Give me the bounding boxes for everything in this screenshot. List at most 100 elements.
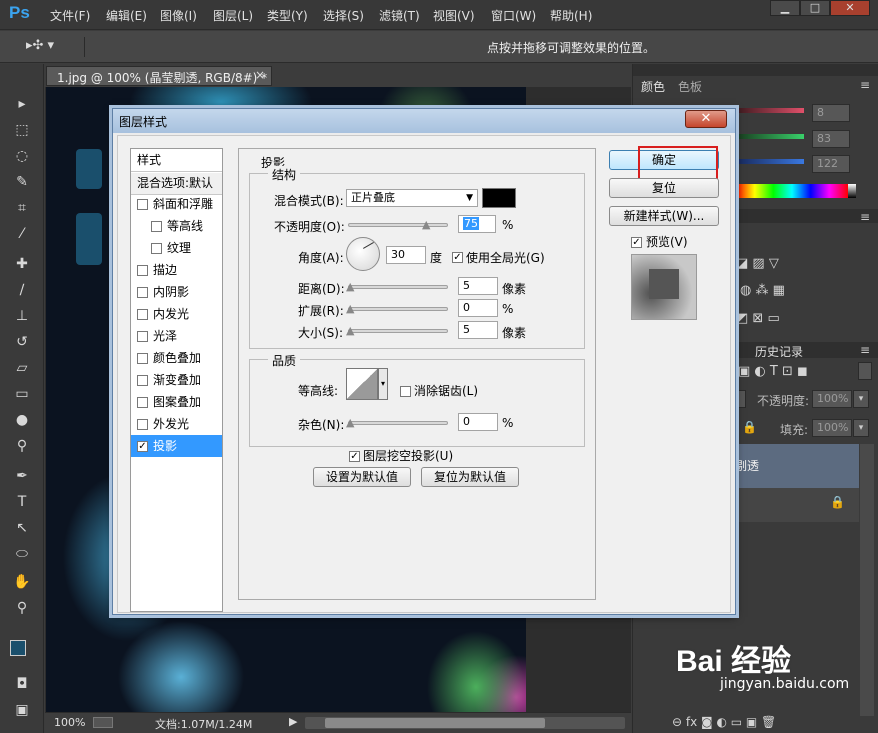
- contour-preview[interactable]: [346, 368, 378, 400]
- opacity-slider[interactable]: [348, 223, 448, 227]
- noise-input[interactable]: 0: [458, 413, 498, 431]
- document-tab[interactable]: 1.jpg @ 100% (晶莹剔透, RGB/8#) * ×: [46, 66, 272, 86]
- style-item-checkbox[interactable]: [137, 331, 148, 342]
- marquee-tool-icon[interactable]: ⬚: [12, 120, 32, 140]
- panel-menu-icon[interactable]: ≡: [860, 343, 870, 357]
- foreground-color-swatch[interactable]: [10, 640, 26, 656]
- zoom-tool-icon[interactable]: ⚲: [12, 598, 32, 618]
- style-item[interactable]: 纹理: [131, 237, 222, 259]
- reset-default-button[interactable]: 复位为默认值: [421, 467, 519, 487]
- blend-mode-dropdown[interactable]: [736, 390, 746, 408]
- style-item-checkbox[interactable]: [137, 199, 148, 210]
- red-slider[interactable]: [736, 108, 804, 113]
- opacity-dropdown-icon[interactable]: ▾: [853, 390, 869, 408]
- tab-close-icon[interactable]: ×: [255, 68, 265, 82]
- horizontal-scrollbar[interactable]: [305, 717, 625, 729]
- status-menu-arrow-icon[interactable]: ▶: [289, 715, 297, 728]
- style-item[interactable]: 等高线: [131, 215, 222, 237]
- style-item[interactable]: 渐变叠加: [131, 369, 222, 391]
- crop-tool-icon[interactable]: ⌗: [12, 198, 32, 218]
- pen-tool-icon[interactable]: ✒: [12, 466, 32, 486]
- dialog-titlebar[interactable]: 图层样式 ✕: [113, 109, 735, 133]
- noise-slider[interactable]: [348, 421, 448, 425]
- style-item[interactable]: 图案叠加: [131, 391, 222, 413]
- color-spectrum-bw[interactable]: [848, 184, 856, 198]
- style-item[interactable]: 内发光: [131, 303, 222, 325]
- lock-all-icon[interactable]: 🔒: [742, 420, 757, 434]
- opacity-slider-thumb[interactable]: ▲: [422, 218, 430, 231]
- spread-slider[interactable]: [348, 307, 448, 311]
- hand-tool-icon[interactable]: ✋: [12, 572, 32, 592]
- style-item-checkbox[interactable]: ✓: [137, 441, 148, 452]
- tab-color[interactable]: 颜色: [641, 78, 665, 96]
- quick-mask-icon[interactable]: ◘: [12, 674, 32, 694]
- path-select-tool-icon[interactable]: ↖: [12, 518, 32, 538]
- close-button[interactable]: ✕: [830, 0, 870, 16]
- knockout-checkbox[interactable]: ✓: [349, 449, 360, 463]
- layer-filter-icons[interactable]: ▣ ◐ T ⊡ ◼: [738, 364, 808, 379]
- adjustment-invert-icon[interactable]: ◩ ⊠ ▭: [736, 311, 780, 326]
- style-item-checkbox[interactable]: [137, 309, 148, 320]
- layers-scrollbar[interactable]: [860, 444, 874, 716]
- fill-dropdown-icon[interactable]: ▾: [853, 419, 869, 437]
- menu-view[interactable]: 视图(V): [433, 7, 475, 24]
- blur-tool-icon[interactable]: ●: [12, 410, 32, 430]
- preview-checkbox[interactable]: ✓: [631, 235, 642, 249]
- shape-tool-icon[interactable]: ⬭: [12, 544, 32, 564]
- stamp-tool-icon[interactable]: ⊥: [12, 306, 32, 326]
- distance-slider[interactable]: [348, 285, 448, 289]
- menu-edit[interactable]: 编辑(E): [106, 7, 147, 24]
- history-brush-tool-icon[interactable]: ↺: [12, 332, 32, 352]
- layer-filter-toggle[interactable]: [858, 362, 872, 380]
- style-item-checkbox[interactable]: [137, 265, 148, 276]
- color-spectrum[interactable]: [736, 184, 848, 198]
- style-item-checkbox[interactable]: [137, 287, 148, 298]
- distance-slider-thumb[interactable]: ▲: [346, 280, 354, 293]
- style-item-checkbox[interactable]: [137, 353, 148, 364]
- style-item[interactable]: 光泽: [131, 325, 222, 347]
- style-item-checkbox[interactable]: [137, 419, 148, 430]
- tab-swatches[interactable]: 色板: [678, 78, 702, 96]
- reset-button[interactable]: 复位: [609, 178, 719, 198]
- tab-history[interactable]: 历史记录: [755, 343, 803, 360]
- blend-mode-select[interactable]: 正片叠底 ▼: [346, 189, 478, 207]
- maximize-button[interactable]: □: [800, 0, 830, 16]
- menu-select[interactable]: 选择(S): [323, 7, 364, 24]
- opacity-field[interactable]: 100%: [812, 390, 852, 408]
- blue-value[interactable]: 122: [812, 155, 850, 173]
- panel-menu-icon[interactable]: ≡: [860, 78, 870, 92]
- style-item[interactable]: 外发光: [131, 413, 222, 435]
- eyedropper-tool-icon[interactable]: ⁄: [12, 224, 32, 244]
- shadow-color-swatch[interactable]: [482, 188, 516, 208]
- menu-filter[interactable]: 滤镜(T): [379, 7, 420, 24]
- menu-window[interactable]: 窗口(W): [491, 7, 536, 24]
- style-item[interactable]: 内阴影: [131, 281, 222, 303]
- style-item[interactable]: ✓ 投影: [131, 435, 222, 457]
- antialias-checkbox[interactable]: [400, 384, 411, 398]
- lasso-tool-icon[interactable]: ◌: [12, 146, 32, 166]
- style-item-checkbox[interactable]: [137, 375, 148, 386]
- menu-layer[interactable]: 图层(L): [213, 7, 253, 24]
- style-item-checkbox[interactable]: [151, 243, 162, 254]
- move-tool-preset-icon[interactable]: ▸✣ ▾: [26, 38, 54, 53]
- dodge-tool-icon[interactable]: ⚲: [12, 436, 32, 456]
- adjustment-levels-icon[interactable]: ◪ ▨ ▽: [736, 256, 779, 271]
- zoom-level[interactable]: 100%: [54, 716, 85, 729]
- style-item[interactable]: 斜面和浮雕: [131, 193, 222, 215]
- screen-mode-icon[interactable]: ▣: [12, 700, 32, 720]
- menu-help[interactable]: 帮助(H): [550, 7, 592, 24]
- minimize-button[interactable]: ▁: [770, 0, 800, 16]
- panel-menu-icon[interactable]: ≡: [860, 210, 870, 224]
- green-slider[interactable]: [736, 134, 804, 139]
- spread-slider-thumb[interactable]: ▲: [346, 302, 354, 315]
- style-item[interactable]: 描边: [131, 259, 222, 281]
- move-tool-icon[interactable]: ▸: [12, 94, 32, 114]
- spread-input[interactable]: 0: [458, 299, 498, 317]
- healing-brush-tool-icon[interactable]: ✚: [12, 254, 32, 274]
- gradient-tool-icon[interactable]: ▭: [12, 384, 32, 404]
- angle-dial[interactable]: [346, 237, 380, 271]
- green-value[interactable]: 83: [812, 130, 850, 148]
- layer-bottom-icons[interactable]: ⊖ fx ◙ ◐ ▭ ▣ 🗑: [672, 715, 776, 729]
- size-slider[interactable]: [348, 329, 448, 333]
- blend-options-item[interactable]: 混合选项:默认: [131, 173, 222, 195]
